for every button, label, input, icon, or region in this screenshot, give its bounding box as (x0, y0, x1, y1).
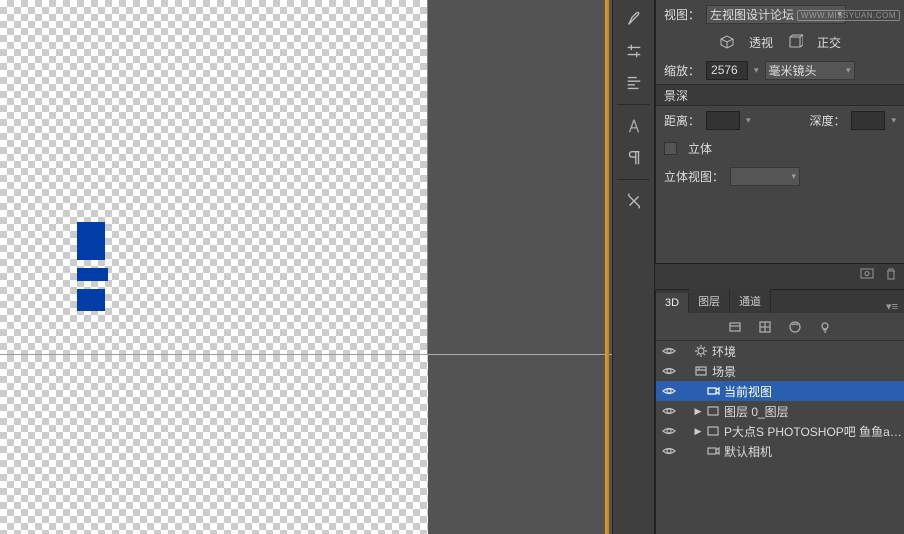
filter-icons-row (655, 313, 904, 341)
chevron-down-icon[interactable]: ▾ (891, 115, 896, 126)
tree-label: 默认相机 (722, 443, 902, 460)
tab-3d[interactable]: 3D (656, 293, 689, 313)
twisty-icon[interactable]: ▶ (692, 406, 704, 417)
tree-empty-area (655, 461, 904, 534)
tool-strip (612, 0, 655, 534)
layer-icon (704, 404, 722, 418)
separator (617, 104, 650, 105)
tree-row-current-view[interactable]: 当前视图 (656, 381, 904, 401)
chevron-down-icon: ▾ (837, 9, 842, 20)
visibility-eye-icon[interactable] (658, 346, 680, 356)
tree-row-layer-text[interactable]: ▶ P大点S PHOTOSHOP吧 鱼鱼an... (656, 421, 904, 441)
filter-light-icon[interactable] (817, 319, 833, 335)
chevron-down-icon: ▾ (791, 171, 796, 182)
twisty-icon[interactable]: ▶ (692, 426, 704, 437)
adjust-tool-icon[interactable] (619, 38, 649, 64)
visibility-eye-icon[interactable] (658, 406, 680, 416)
tab-layers[interactable]: 图层 (689, 289, 730, 313)
ruler-edge (605, 0, 609, 534)
canvas-object[interactable] (77, 268, 108, 281)
tree-row-layer-0[interactable]: ▶ 图层 0_图层 (656, 401, 904, 421)
text-a-tool-icon[interactable] (619, 113, 649, 139)
view-label: 视图： (664, 6, 700, 23)
filter-scene-icon[interactable] (727, 319, 743, 335)
panel-menu-icon[interactable]: ▾≡ (880, 300, 904, 313)
trash-icon[interactable] (884, 267, 898, 286)
zoom-label: 缩放： (664, 62, 700, 79)
perspective-cube-icon[interactable] (719, 34, 735, 50)
camera-icon (704, 384, 722, 398)
tools-cross-icon[interactable] (619, 188, 649, 214)
tree-label: 当前视图 (722, 383, 902, 400)
tree-label: 场景 (710, 363, 902, 380)
environment-icon (692, 344, 710, 358)
depth-label: 深度： (809, 112, 845, 129)
visibility-eye-icon[interactable] (658, 426, 680, 436)
layer-icon (704, 424, 722, 438)
lens-value: 毫米镜头 (769, 62, 817, 79)
right-panels: WWW.MISSYUAN.COM 视图： 左视图设计论坛 ▾ 透视 正交 缩放：… (655, 0, 904, 534)
filter-material-icon[interactable] (787, 319, 803, 335)
canvas-object[interactable] (77, 289, 105, 311)
visibility-eye-icon[interactable] (658, 446, 680, 456)
panel-spacer (655, 190, 904, 263)
canvas-upper[interactable] (0, 0, 428, 354)
canvas-object[interactable] (77, 222, 105, 260)
chevron-down-icon[interactable]: ▾ (754, 65, 759, 76)
depth-input[interactable] (851, 111, 885, 130)
visibility-eye-icon[interactable] (658, 386, 680, 396)
stereo-view-dropdown[interactable]: ▾ (730, 167, 800, 186)
brush-tool-icon[interactable] (619, 6, 649, 32)
view-value: 左视图设计论坛 (710, 6, 794, 23)
panel-3d-properties: WWW.MISSYUAN.COM 视图： 左视图设计论坛 ▾ 透视 正交 缩放：… (655, 0, 904, 190)
tree-row-default-camera[interactable]: 默认相机 (656, 441, 904, 461)
render-icon[interactable] (860, 267, 874, 286)
filter-mesh-icon[interactable] (757, 319, 773, 335)
view-dropdown[interactable]: 左视图设计论坛 ▾ (706, 5, 846, 24)
tree-row-scene[interactable]: 场景 (656, 361, 904, 381)
dof-header: 景深 (656, 84, 904, 106)
zoom-input[interactable] (706, 61, 748, 80)
stereo-label: 立体 (688, 140, 712, 157)
camera-icon (704, 444, 722, 458)
paragraph-tool-icon[interactable] (619, 145, 649, 171)
distance-input[interactable] (706, 111, 740, 130)
ortho-cube-icon[interactable] (787, 34, 803, 50)
separator (617, 179, 650, 180)
orthographic-label[interactable]: 正交 (817, 34, 841, 51)
chevron-down-icon: ▾ (846, 65, 851, 76)
align-tool-icon[interactable] (619, 70, 649, 96)
lens-dropdown[interactable]: 毫米镜头 ▾ (765, 61, 855, 80)
stereo-checkbox[interactable] (664, 142, 677, 155)
visibility-eye-icon[interactable] (658, 366, 680, 376)
tree-label: 图层 0_图层 (722, 403, 902, 420)
distance-label: 距离： (664, 112, 700, 129)
canvas-lower[interactable] (0, 354, 428, 534)
tab-channels[interactable]: 通道 (730, 289, 771, 313)
canvas-area[interactable] (0, 0, 612, 534)
panel-footer (655, 263, 904, 289)
scene-tree: 环境 场景 当前视图 ▶ 图层 0_图层 ▶ P大点S PHOTOSHOP吧 鱼 (655, 341, 904, 461)
tree-row-environment[interactable]: 环境 (656, 341, 904, 361)
scene-icon (692, 364, 710, 378)
perspective-label[interactable]: 透视 (749, 34, 773, 51)
stereo-view-label: 立体视图： (664, 168, 724, 185)
chevron-down-icon[interactable]: ▾ (746, 115, 751, 126)
panel-tabs: 3D 图层 通道 ▾≡ (655, 289, 904, 313)
tree-label: P大点S PHOTOSHOP吧 鱼鱼an... (722, 423, 902, 440)
tree-label: 环境 (710, 343, 902, 360)
